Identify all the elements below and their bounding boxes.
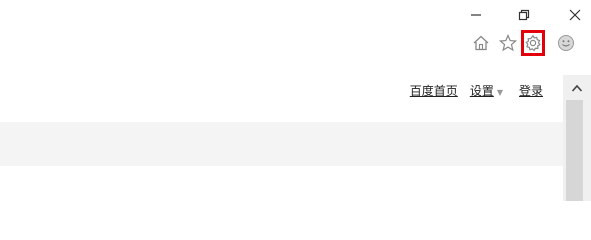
home-button[interactable] (470, 32, 492, 54)
star-icon (499, 34, 517, 52)
scroll-up-button[interactable] (563, 78, 591, 98)
login-link[interactable]: 登录 (519, 82, 543, 99)
smiley-icon (558, 35, 574, 51)
chevron-up-icon (571, 84, 583, 92)
scrollbar-thumb[interactable] (566, 100, 583, 201)
home-icon (473, 35, 489, 51)
settings-menu[interactable]: 设置 ▼ (470, 82, 503, 99)
tools-button[interactable] (521, 30, 545, 56)
feedback-button[interactable] (555, 32, 577, 54)
minimize-button[interactable] (462, 4, 490, 26)
search-bar-band (0, 122, 563, 166)
home-page-link[interactable]: 百度首页 (410, 82, 458, 99)
restore-icon (518, 9, 530, 21)
close-icon (569, 9, 581, 21)
chevron-down-icon: ▼ (496, 88, 503, 97)
gear-icon (525, 34, 541, 52)
top-links: 百度首页 设置 ▼ 登录 (410, 82, 543, 99)
close-button[interactable] (561, 4, 589, 26)
minimize-icon (471, 14, 481, 16)
restore-button[interactable] (510, 4, 538, 26)
settings-link[interactable]: 设置 (470, 84, 494, 98)
favorites-button[interactable] (497, 32, 519, 54)
